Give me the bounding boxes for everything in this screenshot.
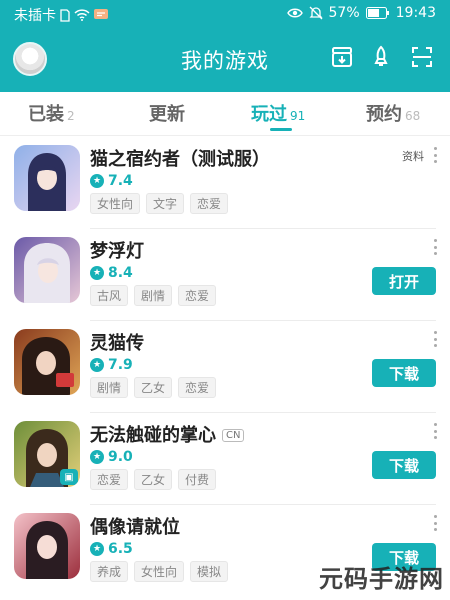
game-thumbnail[interactable] [14,145,80,211]
region-badge: CN [222,429,245,442]
info-link[interactable]: 资料 [402,148,424,164]
tag[interactable]: 古风 [90,285,129,306]
more-options-icon[interactable] [432,423,438,439]
game-rating: ★ 8.4 [90,265,133,281]
tag[interactable]: 文字 [146,193,185,214]
game-title: 梦浮灯 [90,241,144,262]
tag[interactable]: 养成 [90,561,129,582]
sim-icon [60,8,70,22]
tag[interactable]: 女性向 [134,561,185,582]
tab-installed[interactable]: 已装 2 [28,100,75,130]
eye-icon [286,7,303,19]
game-thumbnail[interactable]: ▣ [14,421,80,487]
download-button[interactable]: 下载 [372,359,436,387]
game-rating: ★ 9.0 [90,449,133,465]
tag-list: 养成 女性向 模拟 [90,561,229,582]
tag[interactable]: 模拟 [190,561,229,582]
scan-icon [410,45,434,73]
app-header: 未插卡 57% 19:43 我的游戏 [0,0,450,92]
tab-label: 预约 [366,104,402,125]
rating-value: 7.9 [108,357,133,373]
tab-count: 91 [290,109,306,123]
tag-list: 古风 剧情 恋爱 [90,285,217,306]
tag[interactable]: 剧情 [134,285,173,306]
download-manager-button[interactable] [327,44,357,74]
list-item[interactable]: 猫之宿约者（测试服） ★ 7.4 女性向 文字 恋爱 资料 [0,137,450,229]
rating-value: 8.4 [108,265,133,281]
clock: 19:43 [395,5,436,21]
game-title: 灵猫传 [90,333,144,354]
tag[interactable]: 恋爱 [90,469,129,490]
game-title: 偶像请就位 [90,517,180,538]
tag[interactable]: 付费 [178,469,217,490]
tab-played[interactable]: 玩过 91 [251,100,305,130]
tab-count: 2 [67,109,75,123]
game-rating: ★ 7.4 [90,173,133,189]
watermark-text: 元码手游网 [319,565,444,593]
active-tab-indicator [270,128,292,131]
battery-icon [365,7,390,19]
more-options-icon[interactable] [432,331,438,347]
rating-value: 9.0 [108,449,133,465]
game-rating: ★ 7.9 [90,357,133,373]
list-item[interactable]: 梦浮灯 ★ 8.4 古风 剧情 恋爱 打开 [0,229,450,321]
download-button[interactable]: 下载 [372,451,436,479]
game-title: 猫之宿约者（测试服） [90,149,270,170]
tag[interactable]: 恋爱 [178,285,217,306]
wifi-icon [74,9,90,21]
gamepad-icon: ▣ [60,469,78,485]
star-icon: ★ [90,358,104,372]
game-thumbnail[interactable] [14,329,80,395]
game-rating: ★ 6.5 [90,541,133,557]
status-bar: 未插卡 57% 19:43 [0,0,450,28]
more-options-icon[interactable] [432,239,438,255]
star-icon: ★ [90,266,104,280]
tag[interactable]: 乙女 [134,469,173,490]
tab-label: 已装 [28,104,64,125]
game-title-text: 无法触碰的掌心 [90,425,216,446]
download-box-icon [330,45,354,73]
carrier-label: 未插卡 [14,8,56,24]
open-button[interactable]: 打开 [372,267,436,295]
tag[interactable]: 恋爱 [178,377,217,398]
game-thumbnail[interactable] [14,237,80,303]
tag[interactable]: 剧情 [90,377,129,398]
tab-updates[interactable]: 更新 [149,100,188,130]
tag[interactable]: 女性向 [90,193,141,214]
game-thumbnail[interactable] [14,513,80,579]
tag[interactable]: 乙女 [134,377,173,398]
rocket-icon [369,45,393,73]
tab-reserved[interactable]: 预约 68 [366,100,420,130]
tag[interactable]: 恋爱 [190,193,229,214]
star-icon: ★ [90,542,104,556]
tag-list: 女性向 文字 恋爱 [90,193,229,214]
rating-value: 7.4 [108,173,133,189]
rocket-button[interactable] [366,44,396,74]
more-options-icon[interactable] [432,515,438,531]
mute-bell-icon [308,6,323,20]
tag-list: 恋爱 乙女 付费 [90,469,217,490]
tab-count: 68 [405,109,421,123]
battery-percent: 57% [328,5,360,21]
more-options-icon[interactable] [432,147,438,163]
star-icon: ★ [90,450,104,464]
rating-value: 6.5 [108,541,133,557]
list-item[interactable]: ▣ 无法触碰的掌心 CN ★ 9.0 恋爱 乙女 付费 下载 [0,413,450,505]
scan-button[interactable] [407,44,437,74]
tab-bar: 已装 2 更新 玩过 91 预约 68 [0,92,450,136]
tag-list: 剧情 乙女 恋爱 [90,377,217,398]
title-row: 我的游戏 [0,28,450,92]
tab-label: 玩过 [251,104,287,125]
tab-label: 更新 [149,104,185,125]
list-item[interactable]: 灵猫传 ★ 7.9 剧情 乙女 恋爱 下载 [0,321,450,413]
game-title: 无法触碰的掌心 CN [90,421,245,447]
star-icon: ★ [90,174,104,188]
game-list: 猫之宿约者（测试服） ★ 7.4 女性向 文字 恋爱 资料 梦浮灯 ★ 8.4 … [0,137,450,600]
message-icon [94,9,108,21]
